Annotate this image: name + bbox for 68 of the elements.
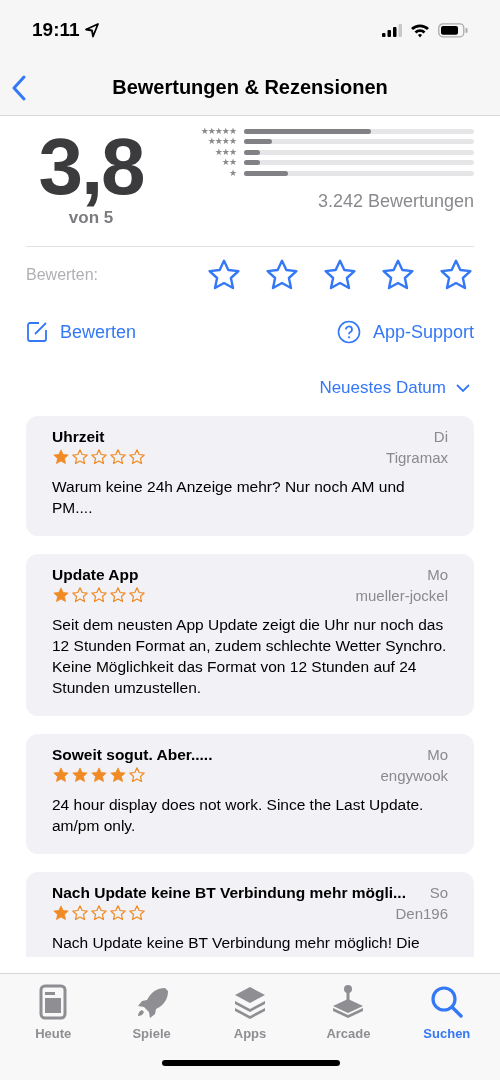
star-icon [52, 766, 70, 784]
review-author: engywook [380, 766, 448, 784]
rating-scale: von 5 [68, 208, 114, 228]
star-count-label: ★ [227, 168, 236, 178]
review-title: Soweit sogut. Aber..... [52, 746, 213, 764]
review-card[interactable]: Uhrzeit Di Tigramax Warum keine 24h Anzeige mehr? Nur noch AM und PM.... [26, 416, 474, 536]
review-day: So [429, 884, 448, 902]
review-text: 24 hour display does not work. Since the Last Update. am/pm only. [52, 795, 425, 836]
review-author: Den196 [395, 904, 448, 922]
star-count-label: ★★ [220, 158, 236, 168]
star-count-label: ★★★ [213, 147, 236, 157]
tab-item[interactable]: Arcade [299, 974, 398, 1044]
wifi-icon [410, 22, 430, 38]
review-day: Mo [427, 746, 448, 764]
star-icon [128, 586, 146, 604]
tab-item[interactable]: Apps [200, 974, 300, 1044]
layers-icon [232, 984, 268, 1020]
star-icon [71, 904, 89, 922]
rating-count: 3.242 Bewertungen [317, 190, 474, 212]
review-author: Tigramax [386, 448, 448, 466]
support-link[interactable]: App-Support [336, 320, 474, 344]
star-icon [71, 448, 89, 466]
star-icon [128, 766, 146, 784]
review-title: Update App [52, 566, 139, 584]
review-day: Di [433, 428, 448, 446]
star-icon [109, 448, 127, 466]
nav-title: Bewertungen & Rezensionen [112, 76, 388, 99]
star-icon [90, 586, 108, 604]
star-icon [90, 766, 108, 784]
review-day: Mo [427, 566, 448, 584]
tab-item[interactable]: Suchen [397, 974, 497, 1044]
star-icon [128, 448, 146, 466]
sort-menu[interactable]: Neuestes Datum [319, 378, 470, 398]
help-icon [336, 320, 361, 344]
review-title: Nach Update keine BT Verbindung mehr mögli... [52, 884, 406, 902]
chevron-down-icon [456, 383, 470, 393]
compose-icon [26, 321, 48, 343]
tab-item[interactable]: Heute [4, 974, 103, 1044]
tab-item[interactable]: Spiele [102, 974, 201, 1044]
star-count-label: ★★★★★ [199, 126, 236, 136]
star-icon [71, 766, 89, 784]
star-icon [52, 586, 70, 604]
star-icon [128, 904, 146, 922]
star-icon [90, 904, 108, 922]
search-icon [428, 984, 465, 1020]
star-icon [109, 904, 127, 922]
review-text: Nach Update keine BT Verbindung mehr möglich! Die [52, 933, 421, 953]
star-icon [109, 586, 127, 604]
average-rating: 3,8 [38, 126, 144, 208]
review-text: Seit dem neusten App Update zeigt die Uhr nur noch das 12 Stunden Format an, zudem schlechte Wetter Synchro. Keine Möglichkeit das Format von 12 Stunden auf 24 Stunden umzustellen. [52, 615, 448, 698]
review-card[interactable]: Nach Update keine BT Verbindung mehr mögli... So Den196 Nach Update keine BT Verbindung mehr möglich! Die [26, 872, 474, 957]
battery-icon [438, 22, 468, 38]
write-review-link[interactable]: Bewerten [26, 321, 137, 343]
status-time: 19:11 [32, 19, 80, 41]
star-icon [71, 586, 89, 604]
review-card[interactable]: Soweit sogut. Aber..... Mo engywook 24 hour display does not work. Since the Last Update. am/pm only. [26, 734, 474, 854]
star-icon [52, 904, 70, 922]
star-icon [90, 448, 108, 466]
star-icon [52, 448, 70, 466]
star-icon [109, 766, 127, 784]
signal-icon [382, 23, 402, 37]
location-arrow-icon [83, 22, 100, 38]
review-card[interactable] [26, 554, 474, 716]
review-text: Warum keine 24h Anzeige mehr? Nur noch AM und PM.... [52, 477, 406, 518]
rate-label: Bewerten: [26, 265, 99, 284]
star-count-label: ★★★★ [206, 137, 236, 147]
review-title: Uhrzeit [52, 428, 105, 446]
review-author: mueller-jockel [355, 586, 448, 604]
